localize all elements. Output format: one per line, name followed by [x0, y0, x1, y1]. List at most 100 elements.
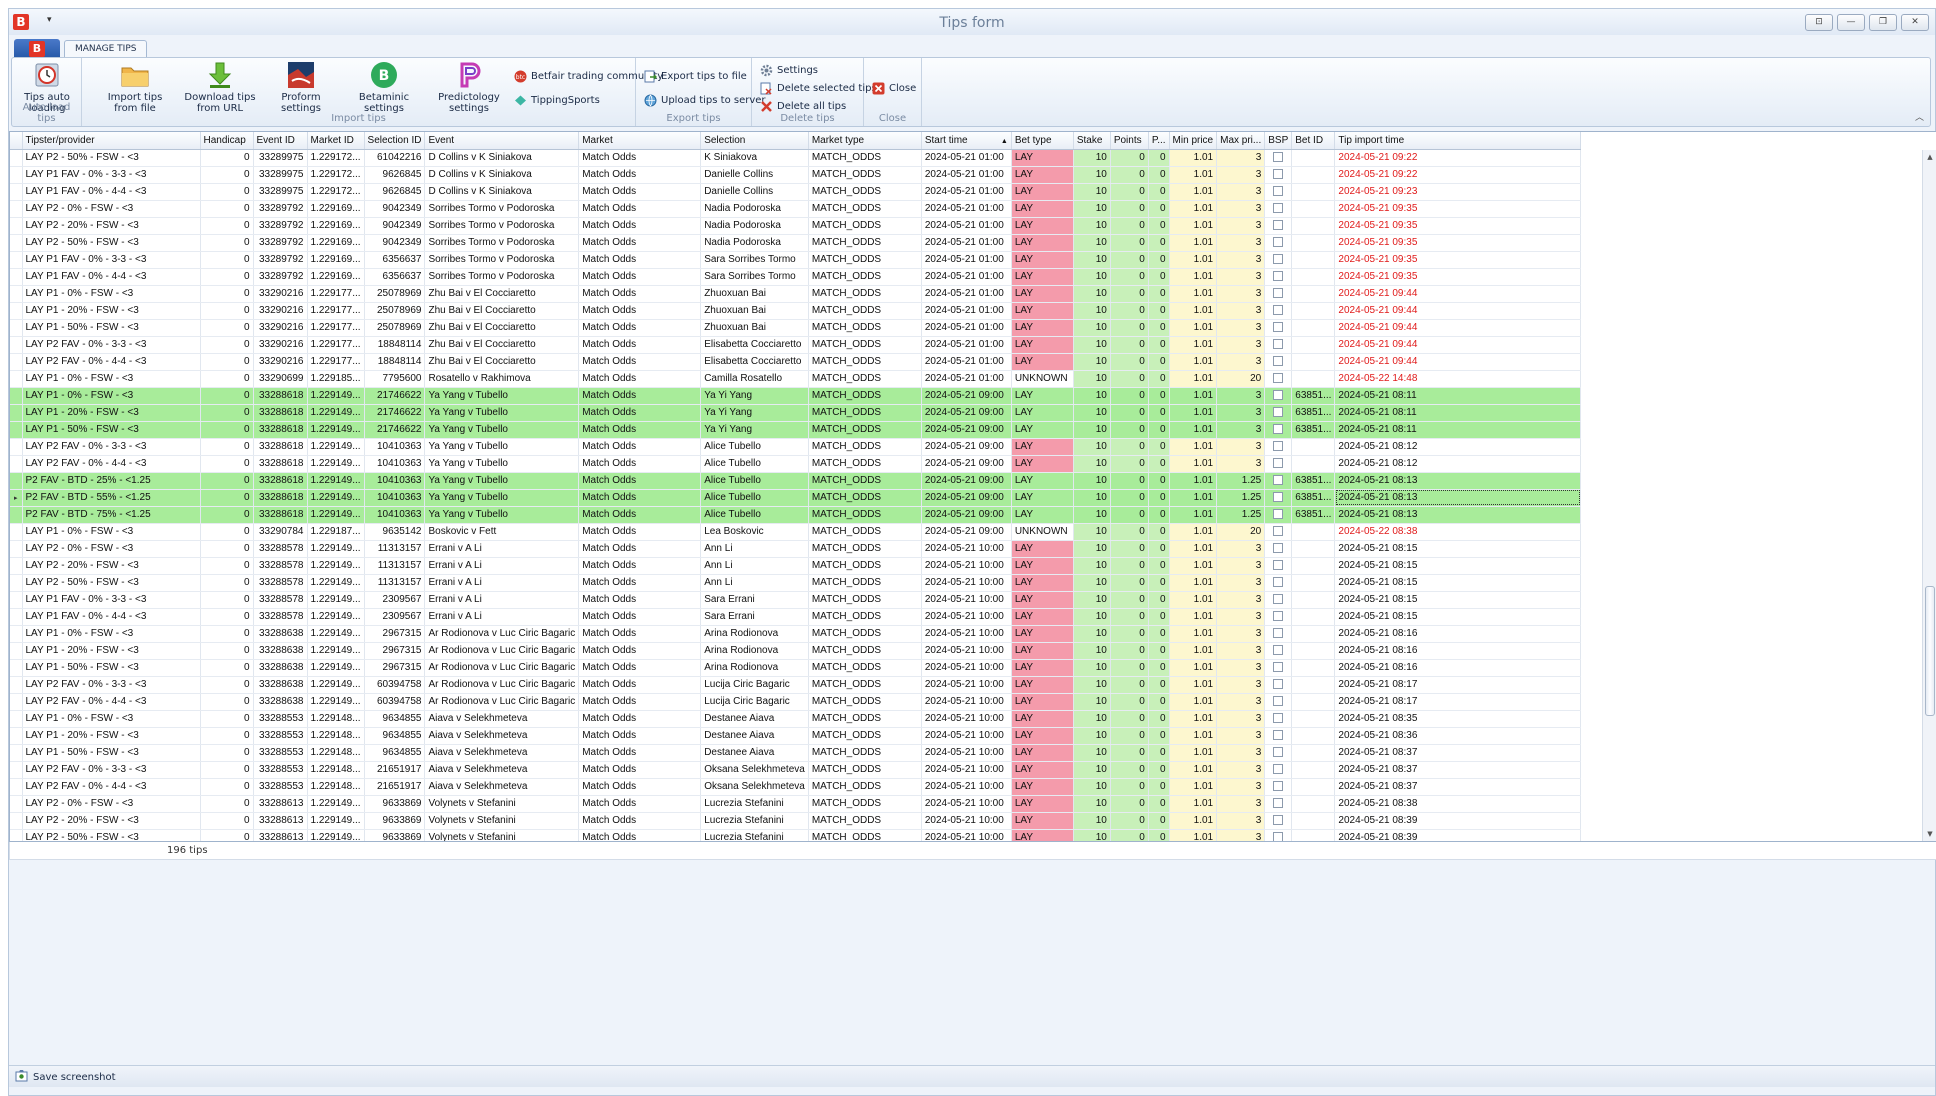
cell-market-type[interactable]: MATCH_ODDS	[808, 795, 922, 813]
cell-bet-id[interactable]	[1291, 438, 1336, 456]
cell-selection-id[interactable]: 10410363	[364, 472, 426, 490]
cell-market[interactable]: Match Odds	[578, 268, 702, 286]
cell-p[interactable]: 0	[1148, 472, 1170, 490]
cell-max-price[interactable]: 3	[1216, 778, 1266, 796]
cell-market-id[interactable]: 1.229148...	[307, 761, 365, 779]
cell-selection[interactable]: Ann Li	[700, 574, 809, 592]
cell-stake[interactable]: 10	[1073, 472, 1111, 490]
cell-tip-import-time[interactable]: 2024-05-21 09:22	[1334, 166, 1582, 184]
cell-bet-id[interactable]	[1291, 200, 1336, 218]
header-selection[interactable]: Selection	[700, 132, 809, 150]
cell-max-price[interactable]: 1.25	[1216, 506, 1266, 524]
header-selection-id[interactable]: Selection ID	[364, 132, 426, 150]
cell-start-time[interactable]: 2024-05-21 09:00	[921, 472, 1012, 490]
cell-event-id[interactable]: 33288638	[253, 693, 308, 711]
cell-tipster[interactable]: LAY P1 - 0% - FSW - <3	[22, 370, 201, 388]
cell-points[interactable]: 0	[1110, 387, 1149, 405]
cell-selection[interactable]: Sara Sorribes Tormo	[700, 251, 809, 269]
cell-min-price[interactable]: 1.01	[1169, 608, 1218, 626]
cell-handicap[interactable]: 0	[200, 353, 254, 371]
cell-event[interactable]: Aiava v Selekhmeteva	[424, 727, 580, 745]
cell-p[interactable]: 0	[1148, 540, 1170, 558]
cell-start-time[interactable]: 2024-05-21 01:00	[921, 302, 1012, 320]
cell-bet-type[interactable]: LAY	[1011, 268, 1074, 286]
cell-p[interactable]: 0	[1148, 727, 1170, 745]
table-row[interactable]: LAY P1 - 0% - FSW - <3 0 33288553 1.229148.…	[10, 710, 1582, 728]
cell-start-time[interactable]: 2024-05-21 01:00	[921, 234, 1012, 252]
row-selector[interactable]	[10, 625, 23, 643]
cell-market-id[interactable]: 1.229172...	[307, 166, 365, 184]
cell-max-price[interactable]: 3	[1216, 183, 1266, 201]
table-row[interactable]: LAY P2 - 20% - FSW - <3 0 33288578 1.229149…	[10, 557, 1582, 575]
cell-handicap[interactable]: 0	[200, 761, 254, 779]
cell-stake[interactable]: 10	[1073, 268, 1111, 286]
cell-selection[interactable]: Camilla Rosatello	[700, 370, 809, 388]
cell-tipster[interactable]: LAY P1 FAV - 0% - 3-3 - <3	[22, 166, 201, 184]
cell-max-price[interactable]: 3	[1216, 829, 1266, 841]
cell-bet-type[interactable]: LAY	[1011, 778, 1074, 796]
application-menu-button[interactable]: B	[14, 39, 60, 59]
cell-start-time[interactable]: 2024-05-21 09:00	[921, 523, 1012, 541]
cell-market[interactable]: Match Odds	[578, 710, 702, 728]
cell-min-price[interactable]: 1.01	[1169, 268, 1218, 286]
cell-market-type[interactable]: MATCH_ODDS	[808, 285, 922, 303]
cell-bet-type[interactable]: LAY	[1011, 625, 1074, 643]
cell-tipster[interactable]: LAY P2 FAV - 0% - 4-4 - <3	[22, 693, 201, 711]
cell-tip-import-time[interactable]: 2024-05-21 08:13	[1334, 506, 1582, 524]
cell-event-id[interactable]: 33289975	[253, 183, 308, 201]
cell-tipster[interactable]: P2 FAV - BTD - 75% - <1.25	[22, 506, 201, 524]
cell-handicap[interactable]: 0	[200, 693, 254, 711]
cell-start-time[interactable]: 2024-05-21 01:00	[921, 268, 1012, 286]
cell-tipster[interactable]: LAY P2 FAV - 0% - 3-3 - <3	[22, 336, 201, 354]
cell-start-time[interactable]: 2024-05-21 09:00	[921, 489, 1012, 507]
cell-bet-id[interactable]	[1291, 251, 1336, 269]
cell-stake[interactable]: 10	[1073, 149, 1111, 167]
cell-market-id[interactable]: 1.229149...	[307, 591, 365, 609]
cell-market-id[interactable]: 1.229149...	[307, 812, 365, 830]
cell-bet-type[interactable]: LAY	[1011, 506, 1074, 524]
cell-stake[interactable]: 10	[1073, 591, 1111, 609]
cell-p[interactable]: 0	[1148, 421, 1170, 439]
cell-bet-type[interactable]: LAY	[1011, 200, 1074, 218]
cell-market-id[interactable]: 1.229149...	[307, 421, 365, 439]
cell-max-price[interactable]: 3	[1216, 574, 1266, 592]
cell-event[interactable]: Aiava v Selekhmeteva	[424, 778, 580, 796]
header-stake[interactable]: Stake	[1073, 132, 1111, 150]
cell-start-time[interactable]: 2024-05-21 10:00	[921, 608, 1012, 626]
cell-tip-import-time[interactable]: 2024-05-21 08:37	[1334, 744, 1582, 762]
cell-p[interactable]: 0	[1148, 200, 1170, 218]
cell-event-id[interactable]: 33288613	[253, 812, 308, 830]
cell-p[interactable]: 0	[1148, 166, 1170, 184]
cell-points[interactable]: 0	[1110, 761, 1149, 779]
cell-selection[interactable]: Alice Tubello	[700, 489, 809, 507]
delete-selected-tips-button[interactable]: Delete selected tips	[760, 80, 877, 96]
cell-points[interactable]: 0	[1110, 183, 1149, 201]
cell-bet-id[interactable]	[1291, 591, 1336, 609]
cell-points[interactable]: 0	[1110, 608, 1149, 626]
cell-bet-id[interactable]: 63851...	[1291, 506, 1336, 524]
cell-handicap[interactable]: 0	[200, 557, 254, 575]
cell-points[interactable]: 0	[1110, 574, 1149, 592]
cell-selection[interactable]: Lucrezia Stefanini	[700, 829, 809, 841]
cell-selection-id[interactable]: 9633869	[364, 795, 426, 813]
row-selector[interactable]	[10, 285, 23, 303]
cell-event-id[interactable]: 33290784	[253, 523, 308, 541]
settings-button[interactable]: Settings	[760, 62, 818, 78]
cell-bet-id[interactable]	[1291, 727, 1336, 745]
cell-stake[interactable]: 10	[1073, 642, 1111, 660]
cell-tip-import-time[interactable]: 2024-05-21 08:15	[1334, 557, 1582, 575]
cell-min-price[interactable]: 1.01	[1169, 676, 1218, 694]
cell-tip-import-time[interactable]: 2024-05-21 08:11	[1334, 404, 1582, 422]
cell-tip-import-time[interactable]: 2024-05-21 08:17	[1334, 693, 1582, 711]
cell-market-id[interactable]: 1.229169...	[307, 217, 365, 235]
header-tip-import-time[interactable]: Tip import time	[1334, 132, 1582, 150]
cell-max-price[interactable]: 3	[1216, 557, 1266, 575]
bsp-checkbox[interactable]	[1273, 560, 1284, 571]
cell-market-id[interactable]: 1.229148...	[307, 778, 365, 796]
cell-handicap[interactable]: 0	[200, 404, 254, 422]
cell-points[interactable]: 0	[1110, 625, 1149, 643]
table-row[interactable]: LAY P2 - 0% - FSW - <3 0 33289792 1.229169.…	[10, 200, 1582, 218]
cell-tipster[interactable]: LAY P1 FAV - 0% - 3-3 - <3	[22, 591, 201, 609]
cell-max-price[interactable]: 3	[1216, 353, 1266, 371]
row-selector[interactable]	[10, 727, 23, 745]
